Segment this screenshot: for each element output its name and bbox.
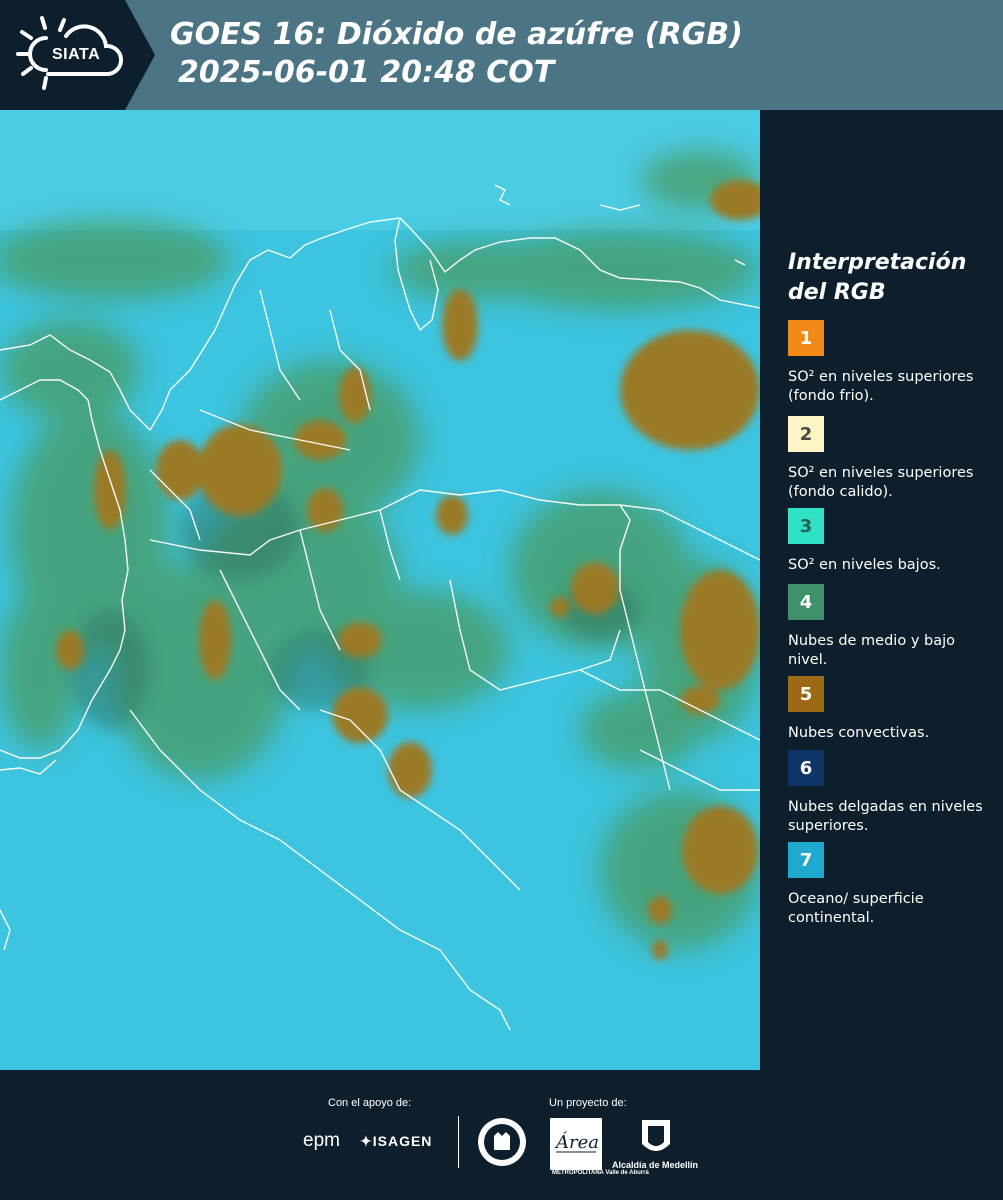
legend-swatch-1: 1 bbox=[788, 320, 824, 356]
legend-swatch-3: 3 bbox=[788, 508, 824, 544]
legend-panel: Interpretación del RGB 1 SO² en niveles … bbox=[770, 110, 1003, 1070]
legend-item-1: 1 SO² en niveles superiores (fondo frio)… bbox=[788, 320, 988, 406]
area-logo-text: Área bbox=[554, 1130, 599, 1153]
legend-item-4: 4 Nubes de medio y bajo nivel. bbox=[788, 584, 988, 670]
legend-description: Oceano/ superficie continental. bbox=[788, 891, 924, 926]
legend-description: Nubes de medio y bajo nivel. bbox=[788, 633, 955, 668]
siata-logo: SIATA bbox=[0, 0, 155, 110]
medellin-seal-icon bbox=[478, 1118, 526, 1166]
legend-description: SO² en niveles superiores (fondo frio). bbox=[788, 369, 974, 404]
alcaldia-caption: Alcaldía de Medellín bbox=[612, 1160, 699, 1170]
legend-item-5: 5 Nubes convectivas. bbox=[788, 676, 988, 743]
legend-number: 1 bbox=[799, 327, 813, 349]
legend-number: 7 bbox=[799, 849, 813, 871]
legend-swatch-6: 6 bbox=[788, 750, 824, 786]
footer-divider bbox=[458, 1116, 459, 1168]
legend-description: SO² en niveles bajos. bbox=[788, 557, 941, 573]
area-caption: METROPOLITANA Valle de Aburrá bbox=[552, 1170, 649, 1176]
legend-swatch-2: 2 bbox=[788, 416, 824, 452]
area-metropolitana-logo: Área bbox=[550, 1118, 602, 1170]
legend-item-3: 3 SO² en niveles bajos. bbox=[788, 508, 988, 575]
isagen-logo: ✦ISAGEN bbox=[360, 1133, 432, 1150]
legend-description: Nubes delgadas en niveles superiores. bbox=[788, 799, 983, 834]
legend-swatch-4: 4 bbox=[788, 584, 824, 620]
legend-number: 5 bbox=[799, 683, 813, 705]
legend-number: 4 bbox=[799, 591, 813, 613]
legend-description: Nubes convectivas. bbox=[788, 725, 930, 741]
legend-swatch-7: 7 bbox=[788, 842, 824, 878]
legend-item-2: 2 SO² en niveles superiores (fondo calid… bbox=[788, 416, 988, 502]
epm-logo: epm bbox=[303, 1130, 340, 1151]
page: SIATA GOES 16: Dióxido de azúfre (RGB) 2… bbox=[0, 0, 1003, 1200]
legend-number: 3 bbox=[799, 515, 813, 537]
legend-title: Interpretación del RGB bbox=[788, 250, 967, 305]
isagen-text: ISAGEN bbox=[372, 1133, 433, 1149]
title-line-1: GOES 16: Dióxido de azúfre (RGB) bbox=[170, 17, 743, 52]
project-label: Un proyecto de: bbox=[549, 1097, 627, 1109]
legend-item-6: 6 Nubes delgadas en niveles superiores. bbox=[788, 750, 988, 836]
satellite-map bbox=[0, 110, 760, 1070]
support-label: Con el apoyo de: bbox=[328, 1097, 412, 1109]
satellite-image bbox=[0, 110, 760, 1070]
legend-number: 2 bbox=[799, 423, 813, 445]
legend-item-7: 7 Oceano/ superficie continental. bbox=[788, 842, 988, 928]
legend-number: 6 bbox=[799, 757, 813, 779]
legend-swatch-5: 5 bbox=[788, 676, 824, 712]
legend-description: SO² en niveles superiores (fondo calido)… bbox=[788, 465, 974, 500]
title-line-2: 2025-06-01 20:48 COT bbox=[178, 55, 555, 90]
page-title: GOES 16: Dióxido de azúfre (RGB) 2025-06… bbox=[170, 16, 743, 92]
logo-text: SIATA bbox=[52, 46, 101, 63]
isagen-icon: ✦ bbox=[360, 1133, 373, 1149]
alcaldia-shield-icon bbox=[642, 1120, 670, 1151]
header-bar: SIATA GOES 16: Dióxido de azúfre (RGB) 2… bbox=[0, 0, 1003, 110]
